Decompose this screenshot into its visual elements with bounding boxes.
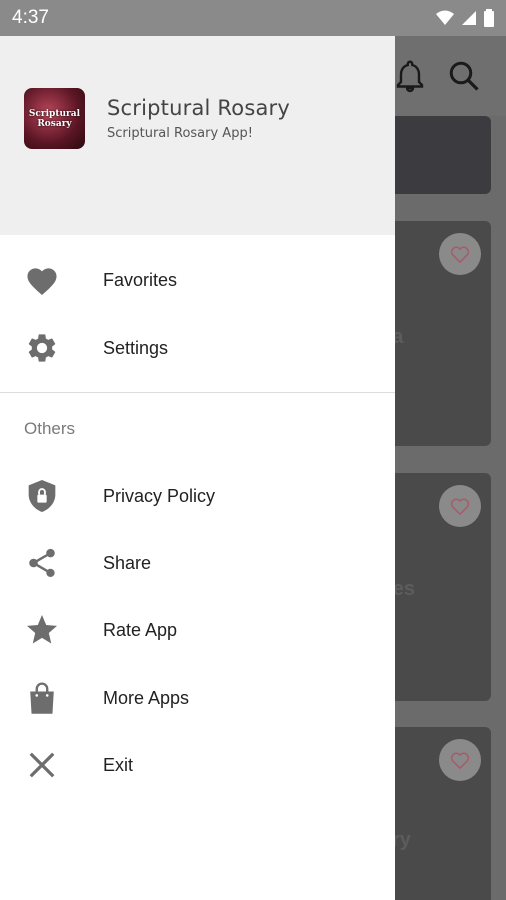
- search-icon: [449, 61, 479, 91]
- favorite-heart-icon: [439, 233, 481, 275]
- bell-icon: [396, 60, 424, 93]
- menu-item-settings[interactable]: Settings: [0, 318, 395, 378]
- menu-item-share[interactable]: Share: [0, 533, 395, 593]
- star-icon: [24, 612, 60, 648]
- menu-item-rate-app[interactable]: Rate App: [0, 600, 395, 660]
- menu-item-privacy-policy[interactable]: Privacy Policy: [0, 466, 395, 526]
- status-bar: 4:37: [0, 0, 506, 36]
- share-icon: [24, 545, 60, 581]
- menu-item-more-apps[interactable]: More Apps: [0, 668, 395, 728]
- menu-item-label: Share: [103, 552, 152, 573]
- shopping-bag-icon: [24, 680, 60, 716]
- menu-item-label: Rate App: [103, 619, 178, 640]
- drawer-header: Scriptural Rosary Scriptural Rosary Scri…: [0, 36, 395, 235]
- app-title: Scriptural Rosary: [107, 96, 290, 120]
- status-icons: [436, 9, 494, 27]
- shield-lock-icon: [24, 478, 60, 514]
- drawer-divider: [0, 392, 395, 393]
- menu-item-label: More Apps: [103, 687, 190, 708]
- app-logo: Scriptural Rosary: [24, 88, 85, 149]
- navigation-drawer: Scriptural Rosary Scriptural Rosary Scri…: [0, 36, 395, 900]
- menu-item-label: Exit: [103, 754, 134, 775]
- signal-icon: [462, 11, 476, 25]
- section-title-others: Others: [24, 419, 76, 438]
- gear-icon: [24, 330, 60, 366]
- wifi-icon: [436, 10, 454, 25]
- app-logo-text: Scriptural Rosary: [28, 108, 81, 129]
- menu-item-exit[interactable]: Exit: [0, 735, 395, 795]
- close-icon: [24, 747, 60, 783]
- menu-item-label: Settings: [103, 337, 169, 358]
- battery-icon: [484, 9, 494, 27]
- menu-item-favorites[interactable]: Favorites: [0, 250, 395, 310]
- menu-item-label: Privacy Policy: [103, 485, 216, 506]
- heart-icon: [24, 262, 60, 298]
- favorite-heart-icon: [439, 739, 481, 781]
- favorite-heart-icon: [439, 485, 481, 527]
- status-time: 4:37: [12, 7, 49, 28]
- app-subtitle: Scriptural Rosary App!: [107, 126, 253, 141]
- menu-item-label: Favorites: [103, 269, 178, 290]
